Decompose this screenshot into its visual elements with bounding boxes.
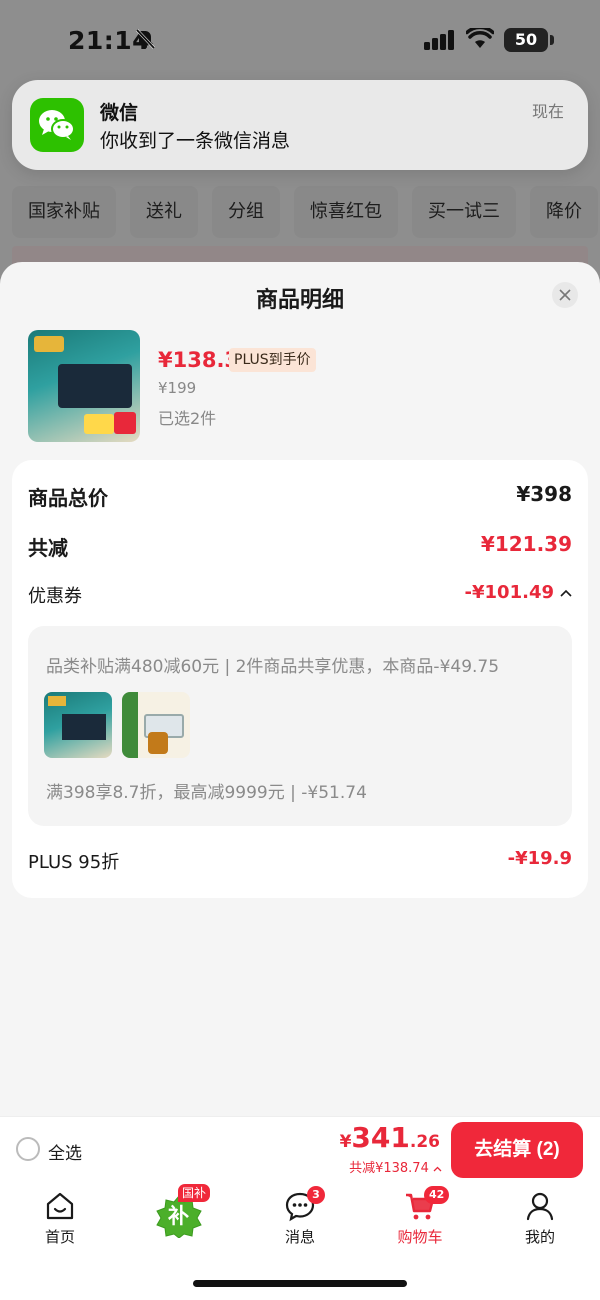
chevron-up-icon[interactable] xyxy=(560,589,572,597)
tab-home-label: 首页 xyxy=(44,1228,75,1246)
total-price-label: 商品总价 xyxy=(28,486,108,510)
signal-icon xyxy=(424,30,454,50)
wechat-icon xyxy=(30,98,84,152)
checkout-reduce-toggle[interactable]: 共减¥138.74 xyxy=(349,1157,442,1176)
product-image-detail xyxy=(84,414,114,434)
coupon-detail-box: 品类补贴满480减60元 | 2件商品共享优惠，本商品-¥49.75 满398享… xyxy=(28,626,572,826)
product-image-detail xyxy=(114,412,136,434)
notification-message: 你收到了一条微信消息 xyxy=(100,130,291,152)
total-price-row: 商品总价 ¥398 xyxy=(28,482,572,512)
user-icon xyxy=(526,1192,554,1221)
tab-cart[interactable]: 42 购物车 xyxy=(360,1184,480,1254)
chevron-up-icon xyxy=(433,1166,442,1172)
coupon-value-group: -¥101.49 xyxy=(465,582,572,603)
total-price-value: ¥398 xyxy=(516,482,572,506)
tab-mine[interactable]: 我的 xyxy=(480,1184,600,1254)
coupon-value: -¥101.49 xyxy=(464,582,554,603)
coupon-detail-line: 品类补贴满480减60元 | 2件商品共享优惠，本商品-¥49.75 xyxy=(46,657,500,677)
total-reduce-label: 共减 xyxy=(28,536,68,560)
sheet-title: 商品明细 xyxy=(255,288,344,313)
plus-discount-label: PLUS 95折 xyxy=(28,852,120,873)
tab-national-subsidy[interactable]: 补 国补 xyxy=(152,1184,212,1238)
battery-indicator: 50 xyxy=(504,28,548,52)
checkout-total-price: ¥341.26 xyxy=(340,1121,440,1154)
price-decimal: .26 xyxy=(409,1132,440,1152)
coupon-product-image xyxy=(122,692,190,758)
select-all-label[interactable]: 全选 xyxy=(48,1139,82,1164)
product-image[interactable] xyxy=(28,330,140,442)
product-price: ¥138.3 xyxy=(158,348,240,372)
national-subsidy-badge: 国补 xyxy=(178,1184,211,1202)
total-reduce-value: ¥121.39 xyxy=(480,532,572,556)
notification-time: 现在 xyxy=(531,102,564,121)
coupon-row[interactable]: 优惠券 -¥101.49 xyxy=(28,582,572,612)
wechat-notification[interactable]: 微信 你收到了一条微信消息 现在 xyxy=(12,80,588,170)
bell-muted-icon xyxy=(135,28,156,50)
messages-badge: 3 xyxy=(307,1186,325,1204)
status-bar: 21:14 50 xyxy=(0,0,600,80)
national-subsidy-char: 补 xyxy=(168,1204,189,1228)
close-icon xyxy=(559,289,571,301)
price-integer: 341 xyxy=(351,1121,410,1154)
wifi-icon xyxy=(466,28,494,48)
product-image-detail xyxy=(34,336,64,352)
plus-discount-value: -¥19.9 xyxy=(507,848,572,869)
checkout-bar: 全选 ¥341.26 共减¥138.74 去结算 (2) xyxy=(0,1116,600,1184)
price-detail-card: 商品总价 ¥398 共减 ¥121.39 优惠券 -¥101.49 品类补贴满4… xyxy=(12,460,588,898)
product-image-detail xyxy=(58,364,132,408)
home-indicator[interactable] xyxy=(193,1280,407,1287)
tab-messages[interactable]: 3 消息 xyxy=(240,1184,360,1254)
currency-symbol: ¥ xyxy=(339,1132,352,1152)
tab-cart-label: 购物车 xyxy=(397,1228,443,1246)
coupon-product-image xyxy=(44,692,112,758)
checkout-reduce-text: 共减¥138.74 xyxy=(349,1161,429,1176)
cart-badge: 42 xyxy=(424,1186,450,1204)
product-original-price: ¥199 xyxy=(158,379,197,397)
plus-discount-row: PLUS 95折 -¥19.9 xyxy=(28,848,572,878)
notification-app-name: 微信 xyxy=(100,102,139,124)
tab-messages-label: 消息 xyxy=(284,1228,315,1246)
tab-mine-label: 我的 xyxy=(524,1228,555,1246)
close-button[interactable] xyxy=(552,282,578,308)
total-reduce-row: 共减 ¥121.39 xyxy=(28,532,572,562)
battery-cap xyxy=(550,35,554,45)
coupon-detail-line: 满398享8.7折，最高减9999元 | -¥51.74 xyxy=(46,783,367,803)
plus-price-tag: PLUS到手价 xyxy=(229,348,316,372)
home-icon xyxy=(46,1192,74,1220)
selected-count: 已选2件 xyxy=(158,409,217,428)
coupon-label: 优惠券 xyxy=(28,586,82,607)
checkout-button[interactable]: 去结算 (2) xyxy=(451,1122,583,1178)
tab-home[interactable]: 首页 xyxy=(0,1184,120,1254)
select-all-checkbox[interactable] xyxy=(16,1137,40,1161)
